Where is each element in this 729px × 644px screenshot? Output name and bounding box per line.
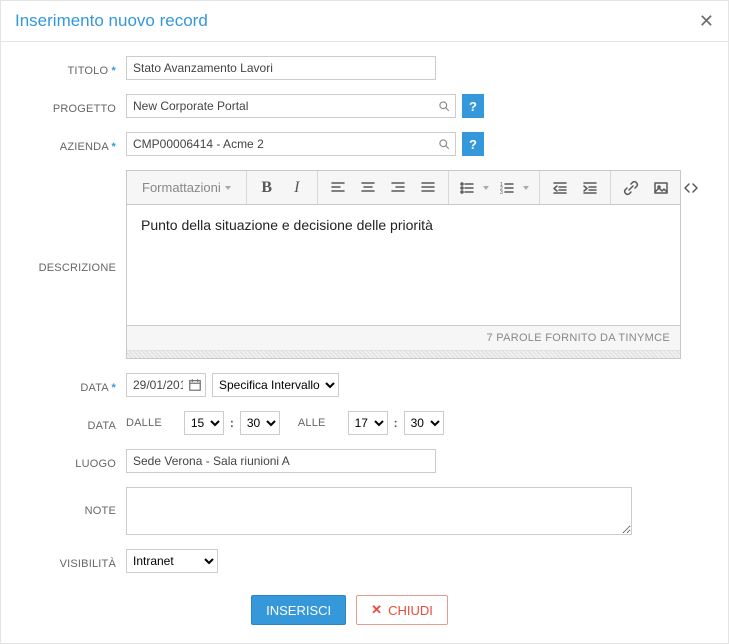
image-icon[interactable] [647,174,675,202]
label-visibilita: VISIBILITÀ [1,553,126,570]
label-descrizione: DESCRIZIONE [1,170,126,274]
alle-hour-select[interactable]: 17 [348,411,388,435]
format-dropdown[interactable]: Formattazioni [133,174,240,202]
titolo-input[interactable] [126,56,436,80]
link-icon[interactable] [617,174,645,202]
editor-toolbar: Formattazioni B I [127,171,680,205]
dialog-header: Inserimento nuovo record ✕ [1,1,728,42]
close-icon: ✕ [371,602,382,618]
data-input[interactable] [126,373,206,397]
progetto-input[interactable] [126,94,456,118]
indent-icon[interactable] [576,174,604,202]
bullet-list-icon[interactable] [455,174,479,202]
numbered-list-dropdown[interactable]: 123 [495,171,533,205]
rich-text-editor: Formattazioni B I [126,170,681,359]
dalle-hour-select[interactable]: 15 [184,411,224,435]
align-center-icon[interactable] [354,174,382,202]
visibilita-select[interactable]: Intranet [126,549,218,573]
align-left-icon[interactable] [324,174,352,202]
action-bar: INSERISCI ✕ CHIUDI [1,595,698,625]
dialog: Inserimento nuovo record ✕ TITOLO * PROG… [0,0,729,644]
svg-text:3: 3 [500,190,503,196]
editor-footer: 7 PAROLE FORNITO DA TINYMCE [127,325,680,350]
dalle-min-select[interactable]: 30 [240,411,280,435]
help-button-azienda[interactable]: ? [462,132,484,156]
note-textarea[interactable] [126,487,632,535]
help-button-progetto[interactable]: ? [462,94,484,118]
bullet-list-dropdown[interactable] [455,171,493,205]
label-progetto: PROGETTO [1,98,126,115]
editor-resize-handle[interactable] [127,350,680,358]
code-icon[interactable] [677,174,705,202]
align-right-icon[interactable] [384,174,412,202]
numbered-list-icon[interactable]: 123 [495,174,519,202]
bold-button[interactable]: B [253,174,281,202]
chiudi-button[interactable]: ✕ CHIUDI [356,595,448,625]
label-note: NOTE [1,487,126,517]
label-alle: ALLE [298,417,326,429]
label-luogo: LUOGO [1,453,126,470]
dialog-title: Inserimento nuovo record [15,11,208,31]
label-titolo: TITOLO * [1,60,126,77]
italic-button[interactable]: I [283,174,311,202]
editor-body[interactable]: Punto della situazione e decisione delle… [127,205,680,325]
outdent-icon[interactable] [546,174,574,202]
align-justify-icon[interactable] [414,174,442,202]
label-dalle: DALLE [126,417,162,429]
luogo-input[interactable] [126,449,436,473]
form-body: TITOLO * PROGETTO ? AZIENDA * [1,42,728,643]
alle-min-select[interactable]: 30 [404,411,444,435]
azienda-input[interactable] [126,132,456,156]
label-data: DATA * [1,377,126,394]
close-icon[interactable]: ✕ [699,12,714,30]
intervallo-select[interactable]: Specifica Intervallo [212,373,339,397]
label-data-range: DATA [1,415,126,432]
inserisci-button[interactable]: INSERISCI [251,595,346,625]
label-azienda: AZIENDA * [1,136,126,153]
